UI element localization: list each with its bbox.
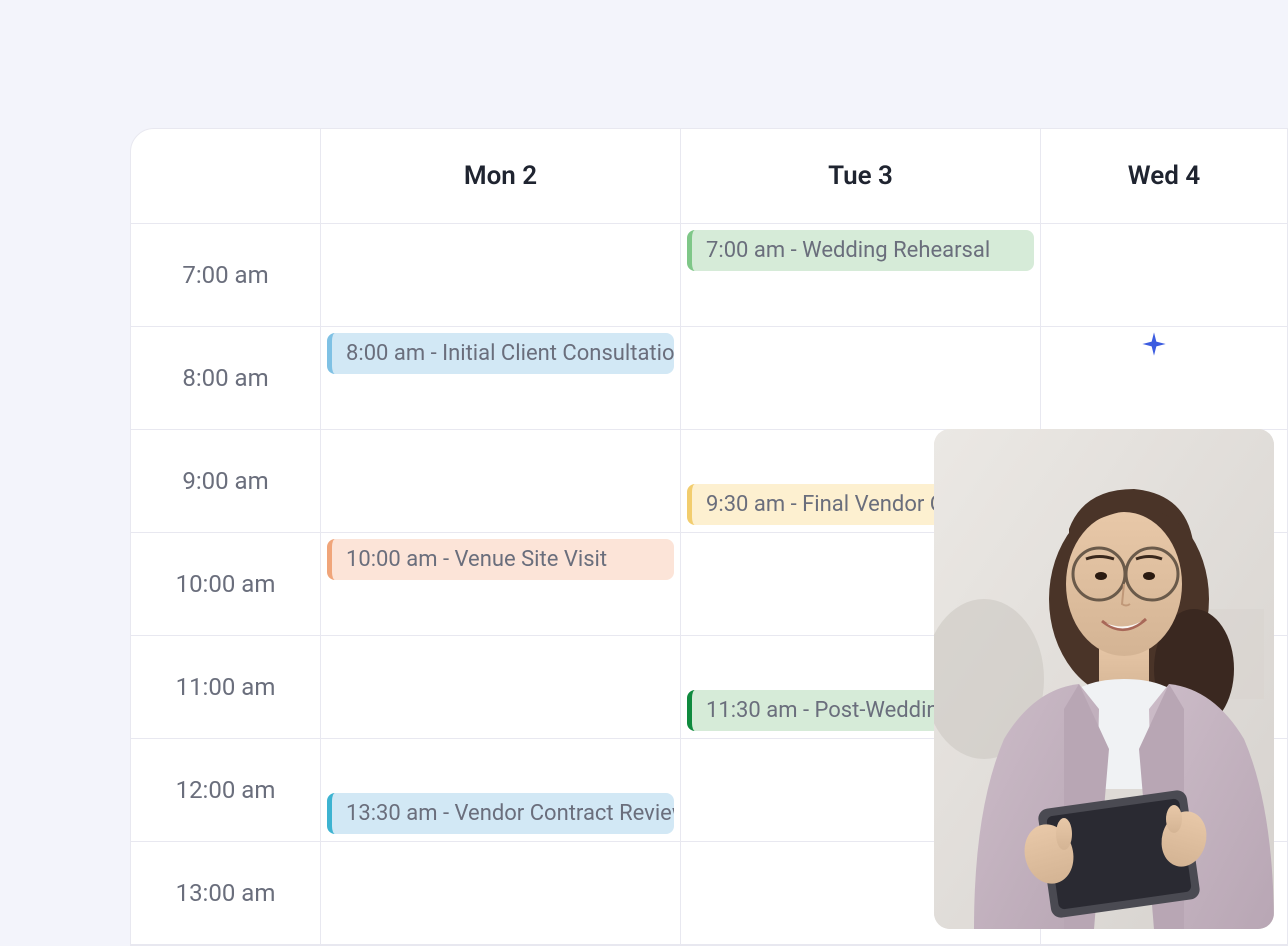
calendar-cell[interactable] <box>321 430 681 533</box>
calendar-cell[interactable] <box>681 327 1041 430</box>
calendar-event[interactable]: 13:30 am - Vendor Contract Review <box>327 793 674 834</box>
sparkle-icon <box>1140 330 1168 358</box>
time-label: 13:00 am <box>131 842 321 945</box>
day-header-wed[interactable]: Wed 4 <box>1041 129 1287 223</box>
calendar-cell[interactable] <box>321 636 681 739</box>
time-label: 7:00 am <box>131 224 321 327</box>
calendar-cell[interactable]: 8:00 am - Initial Client Consultation <box>321 327 681 430</box>
day-header-tue[interactable]: Tue 3 <box>681 129 1041 223</box>
calendar-event[interactable]: 7:00 am - Wedding Rehearsal <box>687 230 1034 271</box>
calendar-cell[interactable]: 13:30 am - Vendor Contract Review <box>321 739 681 842</box>
calendar-cell[interactable]: 7:00 am - Wedding Rehearsal <box>681 224 1041 327</box>
calendar-event[interactable]: 8:00 am - Initial Client Consultation <box>327 333 674 374</box>
time-column: 7:00 am 8:00 am 9:00 am 10:00 am 11:00 a… <box>131 224 321 945</box>
day-header-mon[interactable]: Mon 2 <box>321 129 681 223</box>
profile-image <box>934 429 1274 929</box>
time-label: 11:00 am <box>131 636 321 739</box>
calendar-cell[interactable] <box>321 842 681 945</box>
time-label: 10:00 am <box>131 533 321 636</box>
calendar-cell[interactable]: 10:00 am - Venue Site Visit <box>321 533 681 636</box>
calendar-cell[interactable] <box>1041 224 1287 327</box>
calendar-header: Mon 2 Tue 3 Wed 4 <box>131 129 1287 224</box>
time-label: 9:00 am <box>131 430 321 533</box>
calendar-cell[interactable] <box>321 224 681 327</box>
day-column-mon: 8:00 am - Initial Client Consultation 10… <box>321 224 681 945</box>
calendar-event[interactable]: 10:00 am - Venue Site Visit <box>327 539 674 580</box>
header-empty <box>131 129 321 223</box>
time-label: 12:00 am <box>131 739 321 842</box>
time-label: 8:00 am <box>131 327 321 430</box>
